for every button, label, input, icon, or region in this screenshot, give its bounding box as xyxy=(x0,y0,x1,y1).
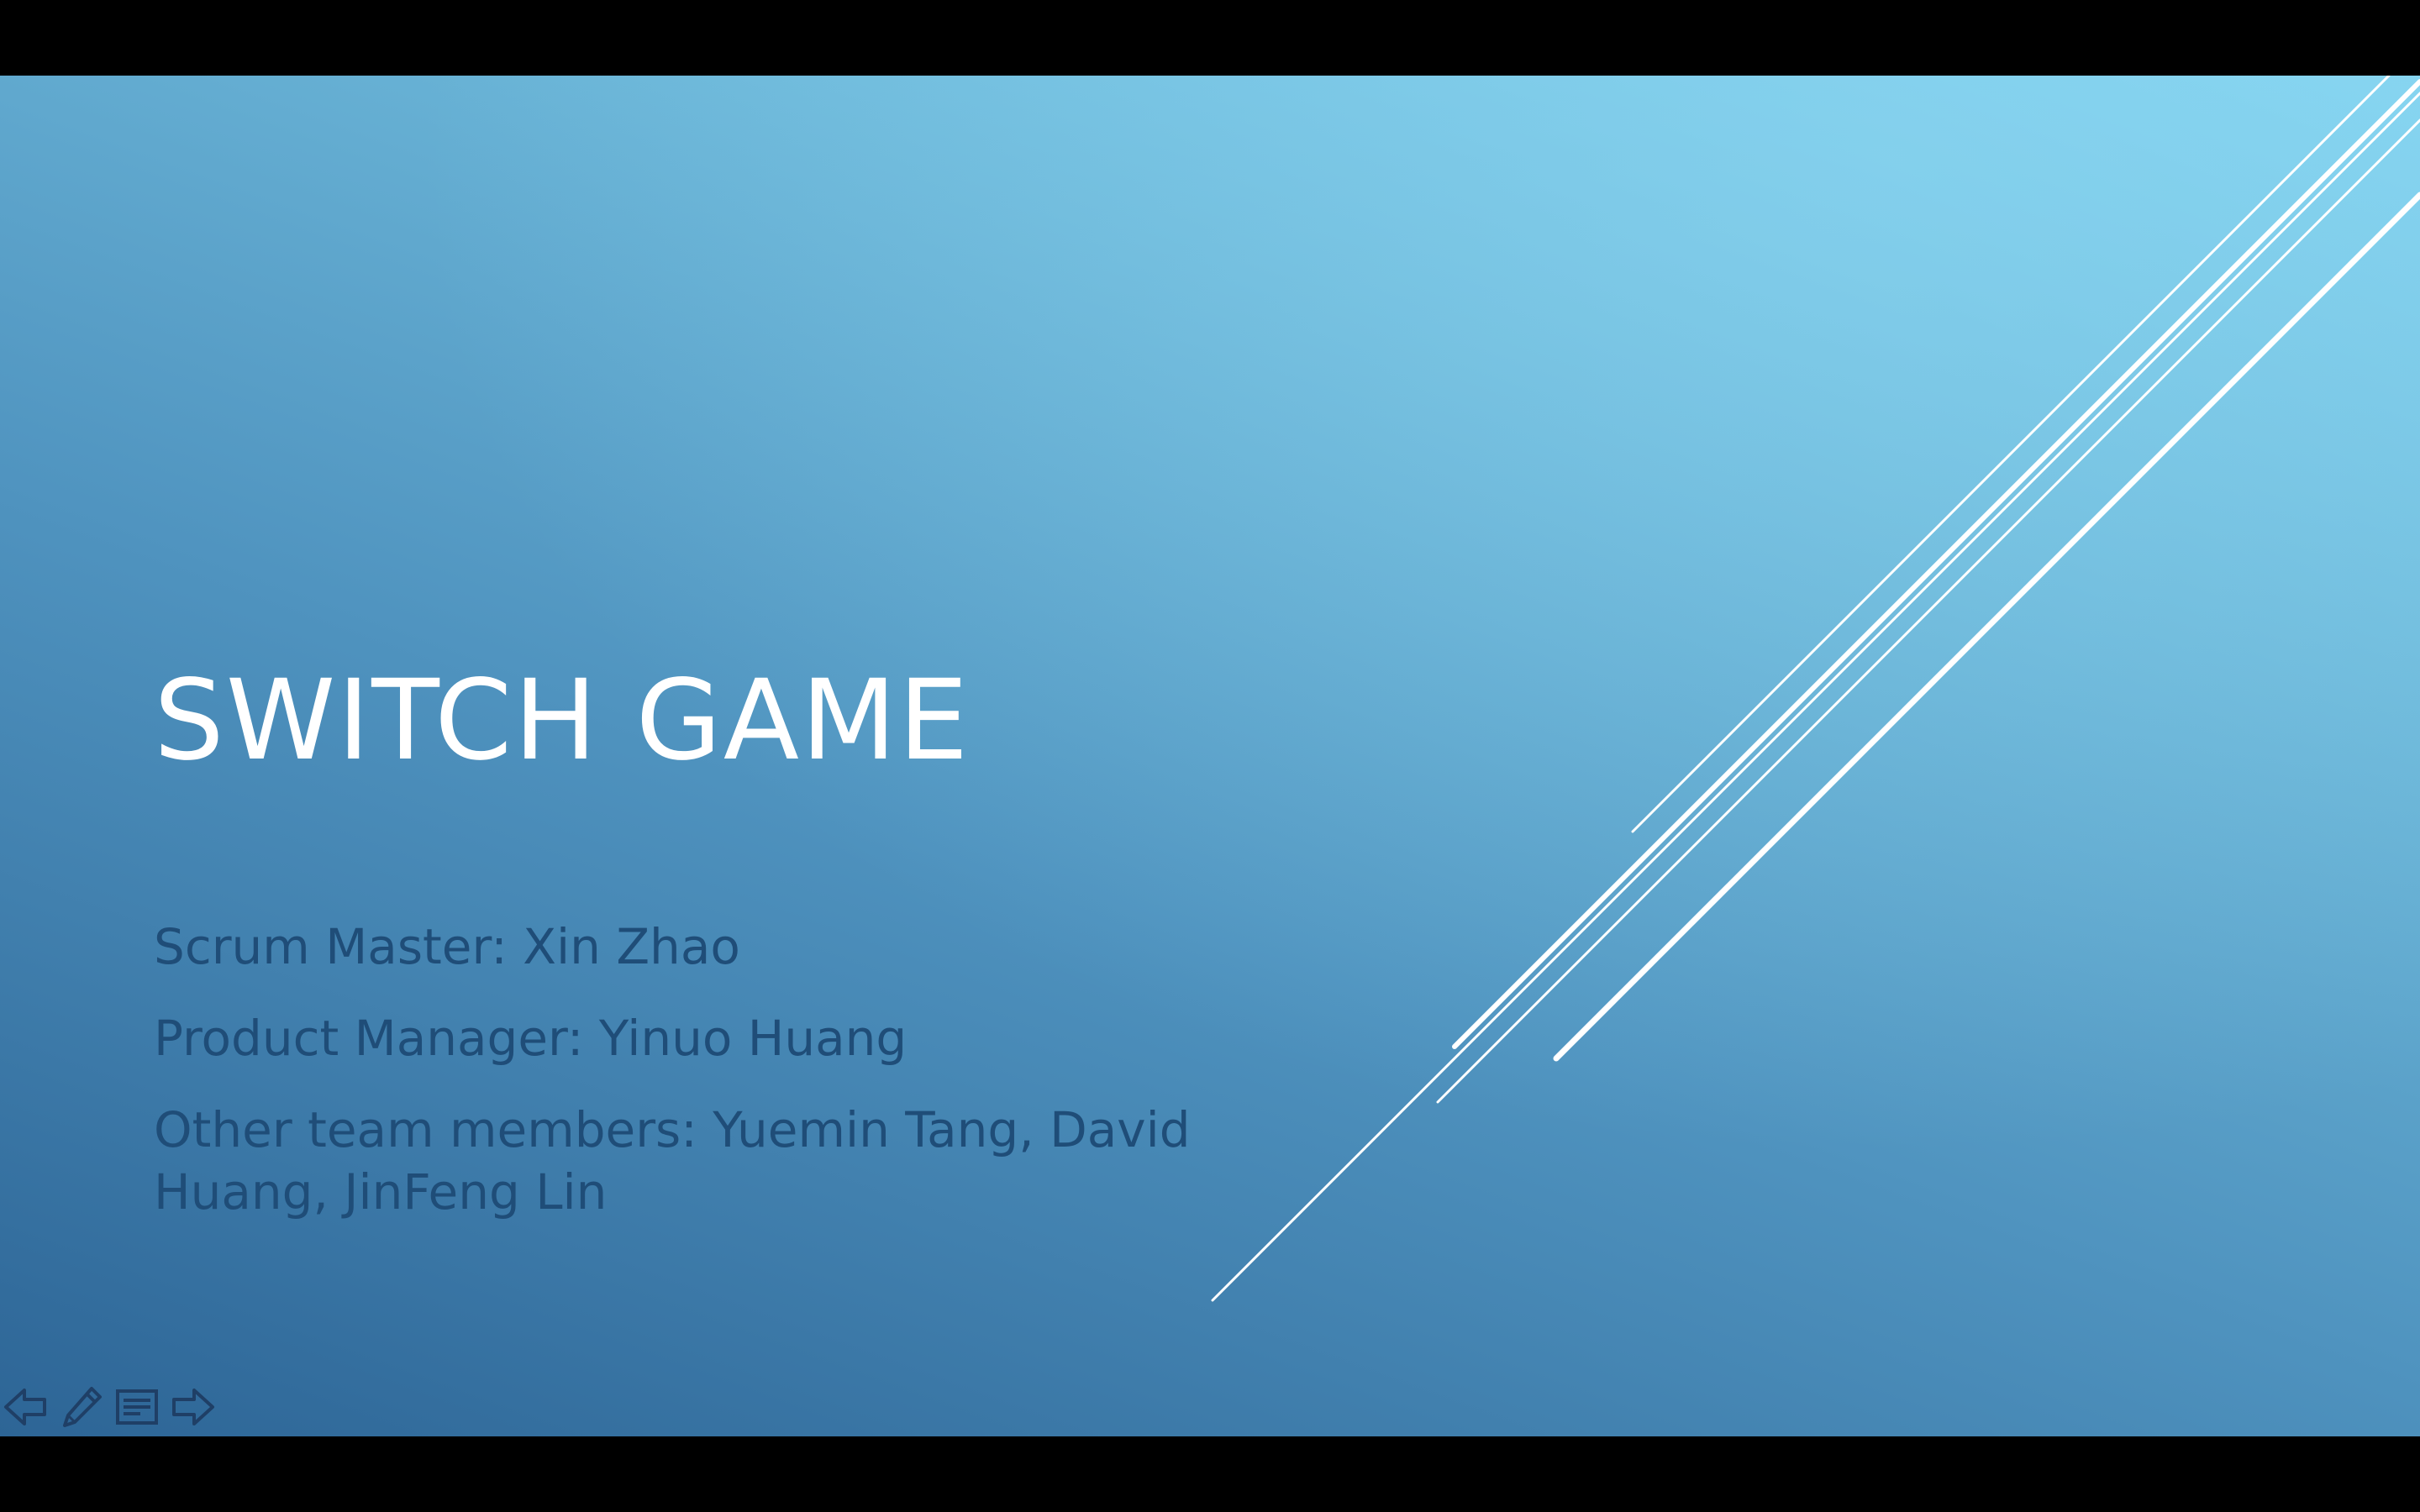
title-slide[interactable]: SWITCH GAME Scrum Master: Xin Zhao Produ… xyxy=(0,76,2420,1436)
pen-icon xyxy=(63,1387,102,1427)
previous-slide-button[interactable] xyxy=(0,1381,52,1433)
notes-icon xyxy=(116,1389,158,1425)
slide-menu-button[interactable] xyxy=(111,1381,163,1433)
slide-title: SWITCH GAME xyxy=(154,656,971,785)
arrow-right-icon xyxy=(172,1389,214,1425)
arrow-left-icon xyxy=(4,1389,46,1425)
subtitle-scrum-master: Scrum Master: Xin Zhao xyxy=(154,918,740,975)
diagonal-line-5 xyxy=(1553,192,2420,1062)
subtitle-product-manager: Product Manager: Yinuo Huang xyxy=(154,1010,908,1067)
subtitle-team-members: Other team members: Yuemin Tang, David H… xyxy=(154,1101,1191,1221)
diagonal-line-2 xyxy=(1211,92,2420,1302)
diagonal-line-4 xyxy=(1436,118,2420,1104)
diagonal-line-1 xyxy=(1631,76,2391,833)
presentation-screen: SWITCH GAME Scrum Master: Xin Zhao Produ… xyxy=(0,0,2420,1512)
pen-tool-button[interactable] xyxy=(55,1381,108,1433)
slide-subtitle: Scrum Master: Xin Zhao Product Manager: … xyxy=(154,916,1347,1252)
diagonal-line-3 xyxy=(1452,79,2420,1049)
next-slide-button[interactable] xyxy=(166,1381,218,1433)
slideshow-controls xyxy=(0,1378,218,1436)
